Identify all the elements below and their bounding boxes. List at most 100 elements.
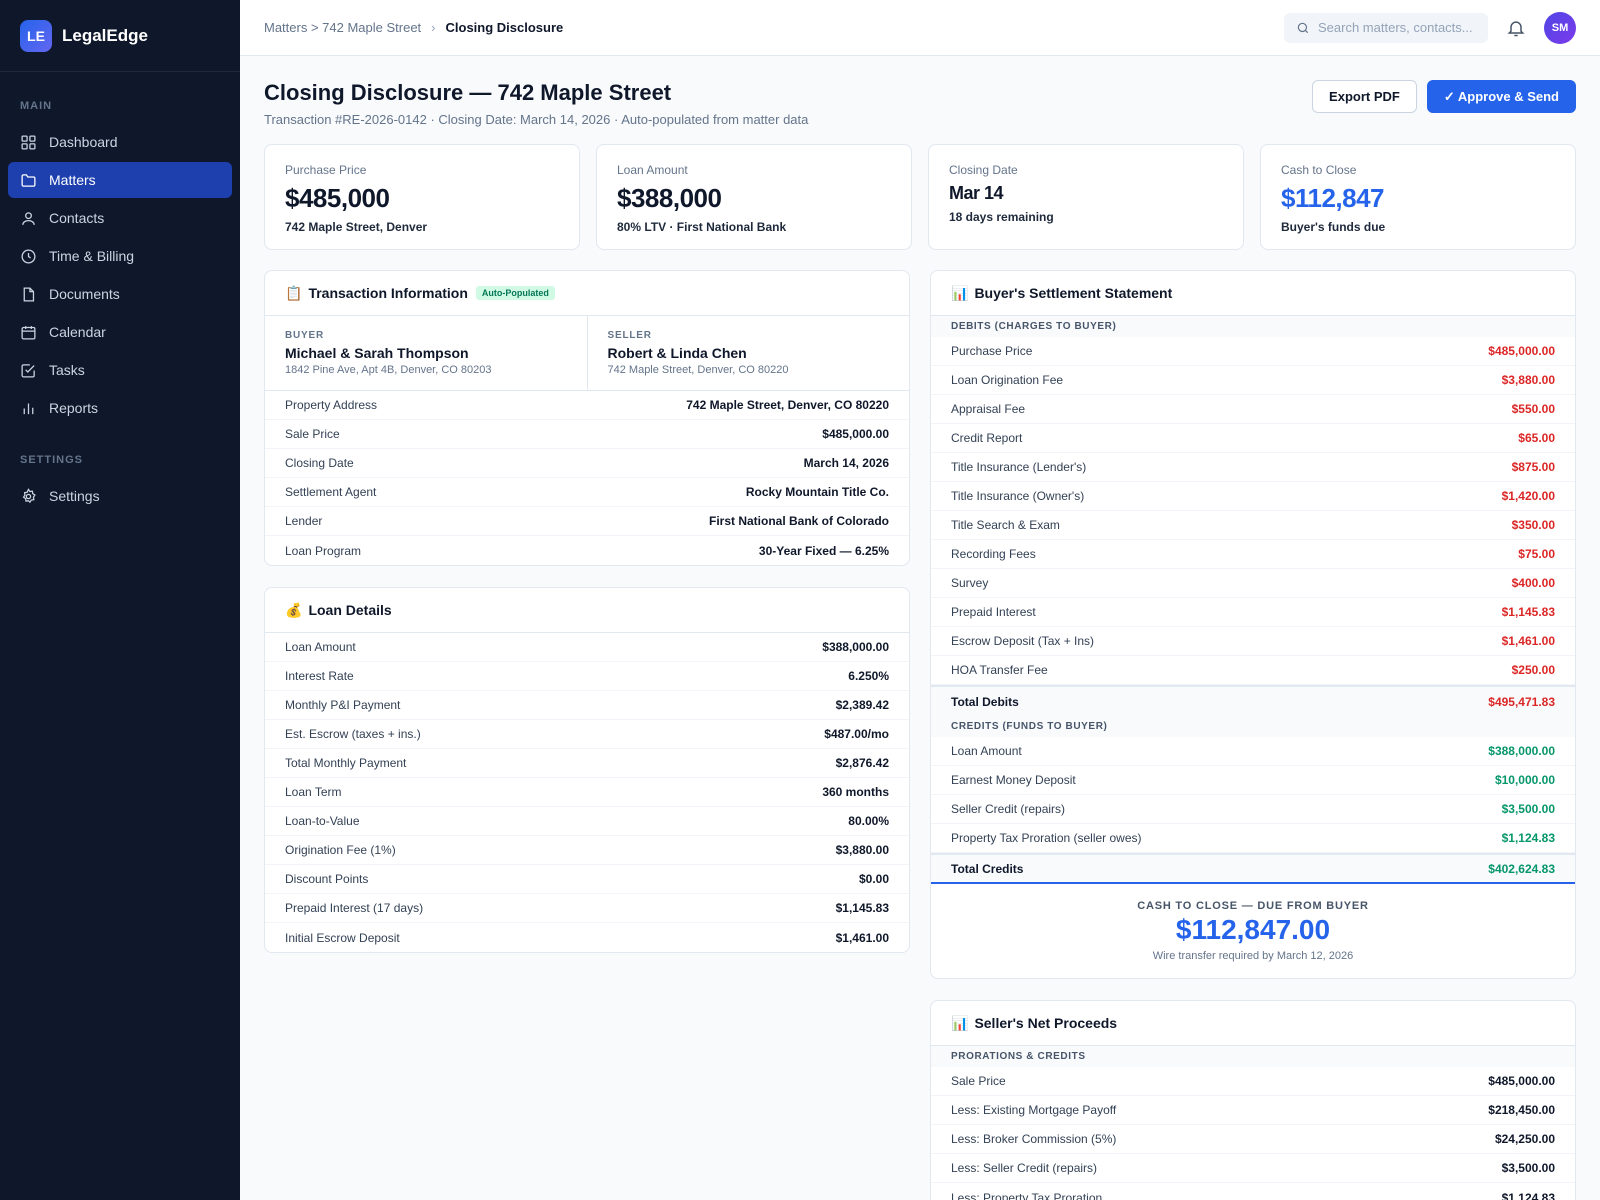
export-pdf-button[interactable]: Export PDF — [1312, 80, 1417, 113]
money-bag-icon: 💰 — [285, 601, 303, 618]
brand[interactable]: LE LegalEdge — [0, 0, 240, 72]
buyer-party: BUYER Michael & Sarah Thompson 1842 Pine… — [265, 316, 587, 390]
transaction-rows: Property Address 742 Maple Street, Denver… — [265, 391, 909, 565]
sidebar: LE LegalEdge MAIN Dashboard Matters Cont… — [0, 0, 240, 1200]
table-row: Monthly P&I Payment $2,389.42 — [265, 691, 909, 720]
app-name: LegalEdge — [62, 25, 148, 45]
sidebar-item-dashboard[interactable]: Dashboard — [8, 124, 232, 160]
row-label: Sale Price — [285, 427, 340, 441]
row-value: $65.00 — [1518, 431, 1555, 445]
stat-label: Loan Amount — [617, 163, 688, 177]
right-column: 📊 Buyer's Settlement Statement DEBITS (C… — [930, 270, 1576, 1200]
table-row: Credit Report $65.00 — [931, 424, 1575, 453]
row-label: Monthly P&I Payment — [285, 698, 401, 712]
cash-to-close-amount: $112,847.00 — [1175, 914, 1331, 945]
checkbox-icon — [21, 363, 35, 378]
row-value: $350.00 — [1511, 518, 1555, 532]
row-value: $1,145.83 — [835, 901, 889, 915]
sidebar-item-label: Settings — [49, 488, 100, 504]
table-row: Interest Rate 6.250% — [265, 662, 909, 691]
row-label: Appraisal Fee — [951, 402, 1026, 416]
stat-card-cash-to-close: Cash to Close $112,847 Buyer's funds due — [1260, 144, 1576, 250]
row-label: Property Address — [285, 398, 378, 412]
table-row: Prepaid Interest $1,145.83 — [931, 598, 1575, 627]
row-value: 742 Maple Street, Denver, CO 80220 — [686, 398, 889, 412]
row-value: $24,250.00 — [1494, 1132, 1555, 1146]
table-row: Loan Amount $388,000.00 — [931, 737, 1575, 766]
sidebar-item-contacts[interactable]: Contacts — [8, 200, 232, 236]
row-value: $485,000.00 — [1488, 344, 1555, 358]
page-subtitle: Transaction #RE-2026-0142 · Closing Date… — [264, 112, 809, 127]
approve-send-button[interactable]: ✓ Approve & Send — [1426, 80, 1576, 113]
credits-section-header: CREDITS (FUNDS TO BUYER) — [931, 716, 1575, 737]
row-label: Loan Amount — [951, 744, 1022, 758]
avatar[interactable]: SM — [1544, 11, 1576, 44]
search-input[interactable]: Search matters, contacts... — [1284, 12, 1488, 43]
sidebar-item-reports[interactable]: Reports — [8, 390, 232, 426]
party-name: Michael & Sarah Thompson — [285, 345, 469, 361]
row-value: $495,471.83 — [1488, 694, 1555, 709]
table-row: Property Address 742 Maple Street, Denver… — [265, 391, 909, 420]
row-value: $1,461.00 — [835, 930, 889, 945]
dashboard-icon — [21, 134, 36, 150]
row-value: $3,500.00 — [1501, 802, 1555, 816]
party-address: 1842 Pine Ave, Apt 4B, Denver, CO 80203 — [285, 364, 492, 376]
row-label: Less: Property Tax Proration — [951, 1190, 1103, 1200]
table-row: Earnest Money Deposit $10,000.00 — [931, 766, 1575, 795]
cash-to-close-summary: CASH TO CLOSE — DUE FROM BUYER $112,847.… — [931, 884, 1575, 978]
sidebar-item-calendar[interactable]: Calendar — [8, 314, 232, 350]
row-value: $10,000.00 — [1494, 773, 1555, 787]
row-value: First National Bank of Colorado — [708, 514, 889, 528]
stat-note: Buyer's funds due — [1281, 220, 1386, 234]
card-title: Transaction Information — [308, 285, 468, 301]
card-header: 📋 Transaction Information Auto-Populated — [265, 271, 909, 316]
row-value: $3,500.00 — [1501, 1161, 1555, 1175]
table-row: Initial Escrow Deposit $1,461.00 — [265, 923, 909, 952]
stat-note: 80% LTV · First National Bank — [617, 220, 787, 234]
row-label: Loan Term — [285, 785, 342, 799]
row-value: $2,389.42 — [835, 698, 889, 712]
row-value: 6.250% — [848, 669, 889, 683]
table-row: Appraisal Fee $550.00 — [931, 395, 1575, 424]
row-value: $2,876.42 — [835, 756, 889, 770]
chart-icon: 📊 — [951, 284, 969, 301]
table-row: Title Insurance (Owner's) $1,420.00 — [931, 482, 1575, 511]
nav-section-settings: SETTINGS — [20, 454, 84, 466]
bell-icon[interactable] — [1506, 18, 1526, 38]
search-placeholder: Search matters, contacts... — [1318, 20, 1473, 35]
card-title: Buyer's Settlement Statement — [974, 285, 1173, 301]
cash-to-close-label: CASH TO CLOSE — DUE FROM BUYER — [1137, 900, 1369, 912]
table-row: Purchase Price $485,000.00 — [931, 337, 1575, 366]
gear-icon — [22, 487, 36, 503]
sidebar-item-documents[interactable]: Documents — [8, 276, 232, 312]
sidebar-item-tasks[interactable]: Tasks — [8, 352, 232, 388]
sidebar-item-label: Dashboard — [49, 134, 118, 150]
buyer-settlement-card: 📊 Buyer's Settlement Statement DEBITS (C… — [930, 270, 1576, 979]
row-value: $485,000.00 — [1488, 1074, 1555, 1088]
topbar: Matters > 742 Maple Street › Closing Dis… — [240, 0, 1600, 56]
table-row: Loan Amount $388,000.00 — [265, 633, 909, 662]
card-title: Loan Details — [308, 602, 392, 618]
sidebar-item-settings[interactable]: Settings — [8, 478, 232, 514]
transaction-info-card: 📋 Transaction Information Auto-Populated… — [264, 270, 910, 566]
breadcrumb-separator: › — [431, 20, 436, 35]
row-value: $3,880.00 — [835, 843, 889, 857]
row-label: Credit Report — [951, 431, 1023, 445]
sidebar-item-label: Documents — [49, 286, 120, 302]
row-label: Sale Price — [951, 1074, 1006, 1088]
table-row: Loan-to-Value 80.00% — [265, 807, 909, 836]
row-label: Total Debits — [951, 694, 1019, 709]
row-value: March 14, 2026 — [803, 456, 889, 470]
sidebar-item-matters[interactable]: Matters — [8, 162, 232, 198]
table-row: Title Insurance (Lender's) $875.00 — [931, 453, 1575, 482]
sidebar-item-label: Calendar — [49, 324, 106, 340]
row-value: 30-Year Fixed — 6.25% — [758, 543, 889, 558]
sidebar-item-label: Matters — [49, 172, 96, 188]
breadcrumb-parent[interactable]: Matters > 742 Maple Street — [264, 20, 421, 35]
stat-note: 742 Maple Street, Denver — [285, 220, 428, 234]
nav-section-main: MAIN — [20, 100, 53, 112]
table-row: Lender First National Bank of Colorado — [265, 507, 909, 536]
sidebar-item-time-billing[interactable]: Time & Billing — [8, 238, 232, 274]
seller-proceeds-card: 📊 Seller's Net Proceeds PRORATIONS & CRE… — [930, 1000, 1576, 1200]
stat-label: Closing Date — [949, 163, 1018, 177]
